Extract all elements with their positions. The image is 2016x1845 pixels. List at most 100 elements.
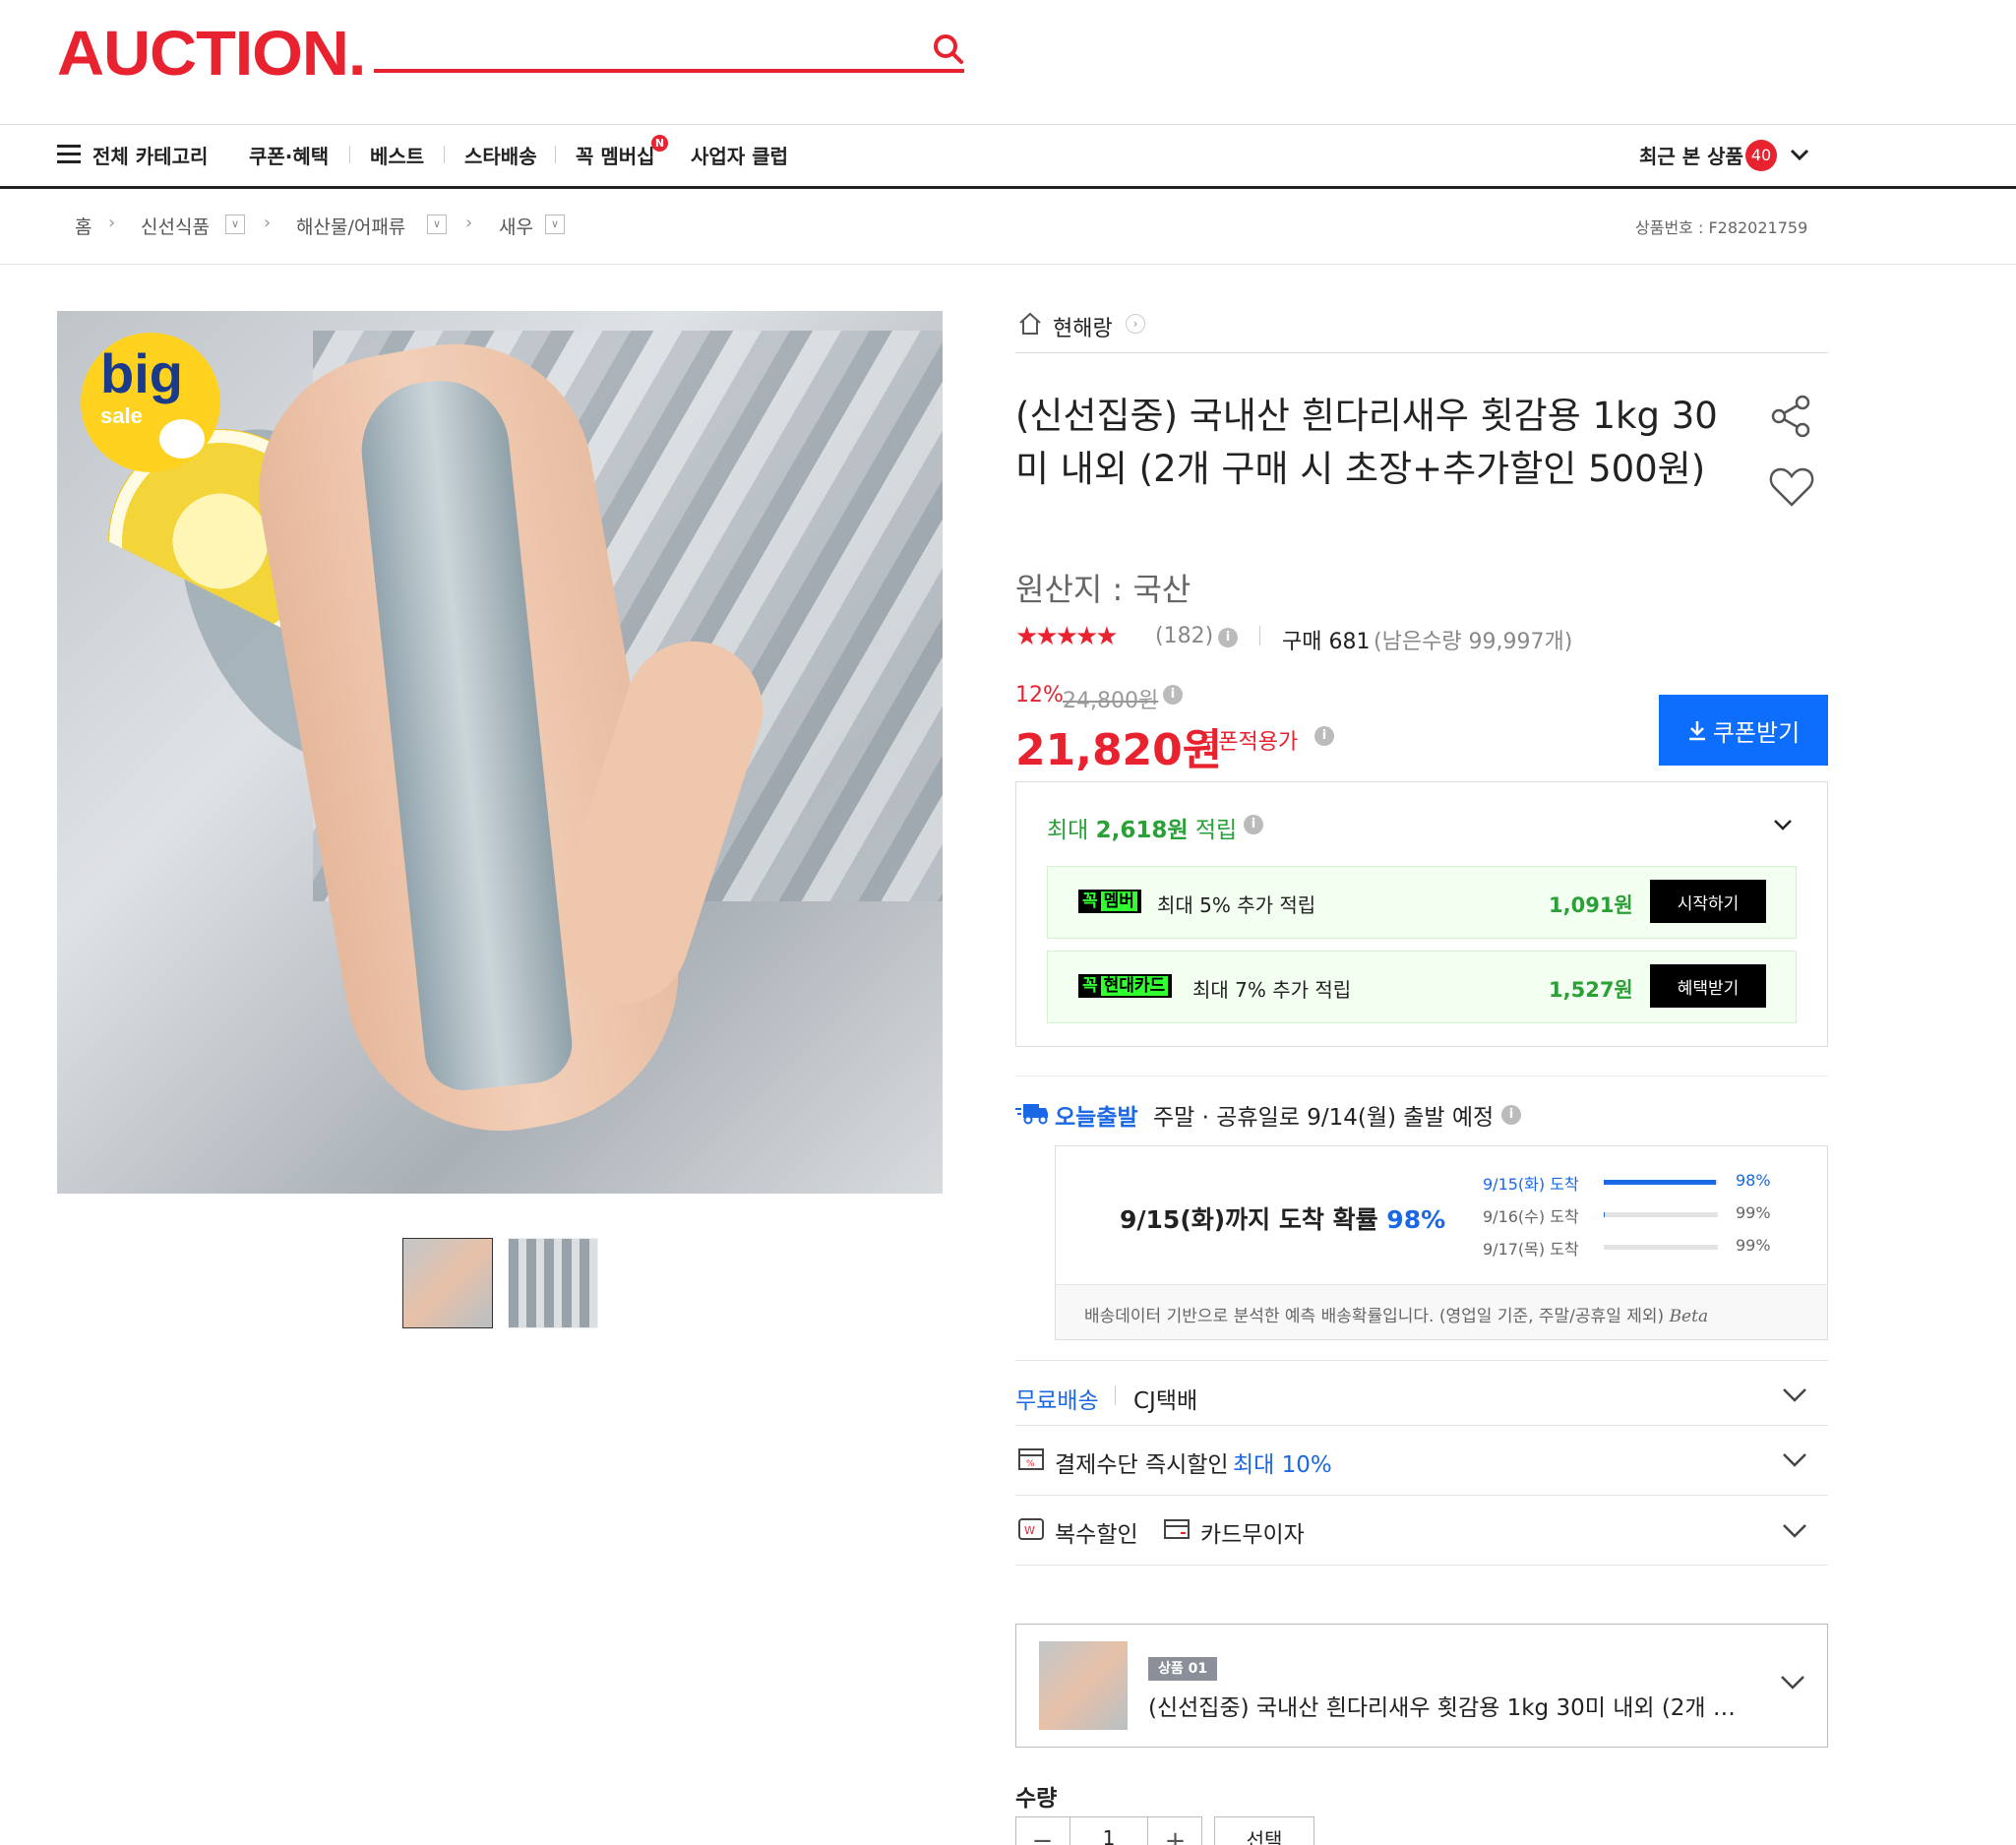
nav-business-club[interactable]: 사업자 클럽 <box>691 141 788 169</box>
svg-text:W: W <box>1024 1524 1035 1537</box>
nav-star-delivery[interactable]: 스타배송 <box>464 141 537 169</box>
menu-icon[interactable] <box>57 145 81 164</box>
stat-separator <box>1259 626 1260 646</box>
home-icon <box>1019 312 1041 335</box>
seller-divider <box>1015 352 1828 353</box>
sale-text: sale <box>100 403 143 428</box>
chevron-right-icon: › <box>108 213 116 233</box>
select-button[interactable]: 선택 <box>1214 1816 1314 1845</box>
review-count[interactable]: (182) <box>1155 624 1213 648</box>
option-divider <box>1015 1425 1828 1426</box>
get-coupon-button[interactable]: 쿠폰받기 <box>1659 695 1828 766</box>
arrival-pct: 98% <box>1736 1171 1771 1190</box>
nav-bottom-divider <box>0 186 2016 189</box>
arrival-probability-pct: 98% <box>1386 1205 1446 1234</box>
purchase-count: 구매 681 <box>1282 630 1371 654</box>
info-icon[interactable]: i <box>1501 1105 1521 1125</box>
quantity-value[interactable]: 1 <box>1070 1826 1147 1845</box>
card-reward-amount: 1,527원 <box>1549 978 1633 1002</box>
remaining-stock: (남은수량 99,997개) <box>1374 630 1573 654</box>
chevron-down-icon[interactable] <box>1781 1521 1808 1541</box>
nav-separator <box>555 146 556 163</box>
arrival-probability: 9/15(화)까지 도착 확률 98% <box>1120 1200 1445 1236</box>
original-price: 24,800원 <box>1063 689 1159 713</box>
arrival-probability-text: 9/15(화)까지 도착 확률 <box>1120 1205 1378 1234</box>
today-shipping-label: 오늘출발 <box>1055 1105 1138 1131</box>
search-icon[interactable] <box>931 31 966 67</box>
quantity-decrease-button[interactable]: − <box>1015 1816 1070 1845</box>
thumbnail-2[interactable] <box>508 1238 598 1328</box>
recent-products-label[interactable]: 최근 본 상품 <box>1639 141 1743 169</box>
product-main-image[interactable]: big sale <box>57 311 943 1194</box>
nav-all-categories[interactable]: 전체 카테고리 <box>92 141 208 169</box>
card-badge-label: 현대카드 <box>1100 976 1169 996</box>
nav-best[interactable]: 베스트 <box>370 141 424 169</box>
reward-title-amount: 2,618원 <box>1095 818 1189 843</box>
dropdown-icon[interactable]: ∨ <box>225 215 245 234</box>
auction-logo[interactable]: AUCTION. <box>57 22 366 85</box>
info-icon[interactable]: i <box>1244 815 1263 834</box>
product-title: (신선집중) 국내산 흰다리새우 횟감용 1kg 30미 내외 (2개 구매 시… <box>1015 395 1718 490</box>
option-separator <box>1115 1385 1116 1405</box>
payment-discount-icon: % <box>1018 1448 1044 1470</box>
search-input[interactable] <box>376 26 907 65</box>
heart-icon[interactable] <box>1768 465 1815 509</box>
chevron-down-icon[interactable] <box>1781 1450 1808 1470</box>
chevron-right-icon: › <box>465 213 473 233</box>
product-number: 상품번호 : F282021759 <box>1635 218 1808 237</box>
arrival-bar <box>1604 1245 1718 1250</box>
chevron-down-icon[interactable] <box>1771 813 1795 836</box>
reward-title: 최대 2,618원 적립 <box>1047 811 1237 844</box>
start-membership-button[interactable]: 시작하기 <box>1650 880 1766 923</box>
coupon-button-label: 쿠폰받기 <box>1712 719 1801 747</box>
selected-option-name: (신선집중) 국내산 흰다리새우 횟감용 1kg 30미 내외 (2개 구매 .… <box>1148 1695 1748 1721</box>
arrival-label: 9/15(화) 도착 <box>1483 1175 1579 1194</box>
nav-membership[interactable]: 꼭 멤버십 <box>576 141 655 169</box>
option-divider <box>1015 1495 1828 1496</box>
arrival-bar-fill <box>1604 1180 1716 1185</box>
option-number-badge: 상품 01 <box>1148 1657 1218 1681</box>
dropdown-icon[interactable]: ∨ <box>545 215 565 234</box>
dropdown-icon[interactable]: ∨ <box>427 215 447 234</box>
shipping-note: 주말 · 공휴일로 9/14(월) 출발 예정 <box>1153 1105 1495 1131</box>
share-icon[interactable] <box>1769 394 1814 439</box>
breadcrumb-level-2[interactable]: 해산물/어패류 <box>296 213 405 239</box>
selected-option-box[interactable] <box>1015 1624 1828 1748</box>
arrival-bar <box>1604 1180 1718 1185</box>
svg-text:%: % <box>1026 1459 1035 1469</box>
nav-coupon-benefit[interactable]: 쿠폰·혜택 <box>249 141 329 169</box>
search-underline <box>374 69 964 73</box>
chevron-right-icon[interactable]: › <box>1126 314 1145 334</box>
card-interest-free-label[interactable]: 카드무이자 <box>1200 1515 1305 1549</box>
seller-name[interactable]: 현해랑 <box>1053 311 1113 342</box>
card-badge-prefix: 꼭 <box>1082 976 1098 996</box>
info-icon[interactable]: i <box>1163 685 1183 705</box>
option-divider <box>1015 1565 1828 1566</box>
info-icon[interactable]: i <box>1218 628 1238 647</box>
chevron-down-icon[interactable] <box>1779 1673 1806 1692</box>
breadcrumb-divider <box>0 264 2016 265</box>
member-badge-label: 멤버 <box>1100 892 1137 911</box>
breadcrumb-home[interactable]: 홈 <box>75 213 92 239</box>
arrival-pct: 99% <box>1736 1203 1771 1222</box>
arrival-bar-fill <box>1604 1212 1606 1217</box>
thumbnail-1[interactable] <box>402 1238 493 1328</box>
rating-stars: ★★★★★ <box>1015 622 1119 651</box>
beta-label: Beta <box>1669 1307 1709 1326</box>
breadcrumb-level-1[interactable]: 신선식품 <box>141 213 210 239</box>
info-icon[interactable]: i <box>1314 726 1334 746</box>
quantity-increase-button[interactable]: + <box>1147 1816 1202 1845</box>
free-shipping-label: 무료배송 <box>1015 1388 1099 1414</box>
chevron-down-icon[interactable] <box>1789 146 1810 163</box>
chevron-down-icon[interactable] <box>1781 1385 1808 1405</box>
payment-discount-label: 결제수단 즉시할인 <box>1055 1452 1229 1478</box>
origin-text: 원산지 : 국산 <box>1015 571 1191 608</box>
multi-discount-label[interactable]: 복수할인 <box>1055 1515 1138 1549</box>
recent-count-badge: 40 <box>1745 140 1777 171</box>
breadcrumb-level-3[interactable]: 새우 <box>499 213 533 239</box>
new-badge: N <box>651 135 668 152</box>
get-benefit-button[interactable]: 혜택받기 <box>1650 964 1766 1008</box>
delivery-footnote: 배송데이터 기반으로 분석한 예측 배송확률입니다. (영업일 기준, 주말/공… <box>1084 1302 1708 1326</box>
bunny-icon <box>159 419 205 459</box>
multi-discount-icon: W <box>1018 1518 1044 1540</box>
